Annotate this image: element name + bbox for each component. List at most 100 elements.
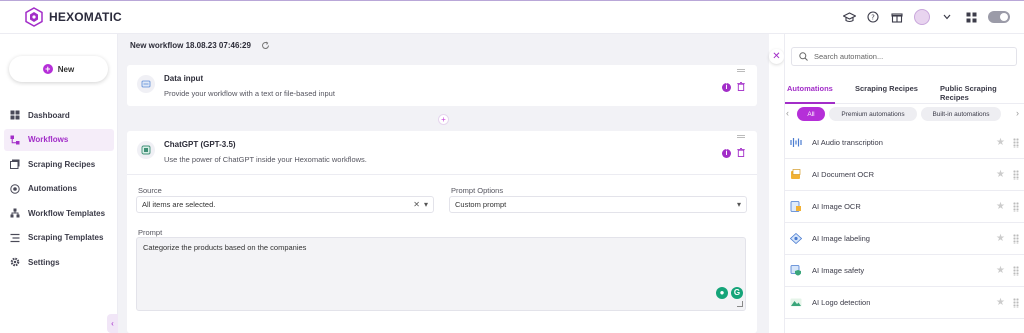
star-icon[interactable]: ★ bbox=[996, 297, 1005, 308]
tab-scraping-recipes[interactable]: Scraping Recipes bbox=[855, 84, 918, 93]
star-icon[interactable]: ★ bbox=[996, 201, 1005, 212]
tab-automations[interactable]: Automations bbox=[787, 84, 833, 93]
list-item[interactable]: AI Logo detection ★ bbox=[785, 287, 1024, 319]
trash-icon[interactable] bbox=[737, 81, 745, 93]
graduation-cap-icon[interactable] bbox=[842, 10, 856, 24]
trash-icon[interactable] bbox=[737, 147, 745, 159]
drag-handle-icon[interactable] bbox=[737, 135, 745, 138]
drag-handle-icon[interactable] bbox=[737, 69, 745, 72]
step-title: ChatGPT (GPT-3.5) bbox=[164, 140, 236, 149]
top-bar: HEXOMATIC ? bbox=[0, 0, 1024, 34]
automation-name: AI Image labeling bbox=[812, 234, 870, 243]
settings-icon bbox=[9, 257, 20, 268]
step-card-data-input[interactable]: Data input Provide your workflow with a … bbox=[127, 65, 757, 106]
image-labeling-icon bbox=[789, 232, 802, 245]
star-icon[interactable]: ★ bbox=[996, 233, 1005, 244]
list-item[interactable]: AI Image OCR ★ bbox=[785, 191, 1024, 223]
automations-icon bbox=[9, 183, 20, 194]
drag-handle-icon[interactable] bbox=[1013, 202, 1019, 212]
drag-handle-icon[interactable] bbox=[1013, 138, 1019, 148]
automation-list: AI Audio transcription ★ AI Document OCR… bbox=[785, 127, 1024, 319]
sidebar-nav: Dashboard Workflows Scraping Recipes Aut… bbox=[4, 104, 114, 276]
search-icon bbox=[799, 52, 808, 61]
chip-premium-automations[interactable]: Premium automations bbox=[829, 107, 917, 121]
automation-panel: Search automation... Automations Scrapin… bbox=[784, 34, 1024, 333]
prompt-options-label: Prompt Options bbox=[451, 186, 504, 195]
drag-handle-icon[interactable] bbox=[1013, 266, 1019, 276]
recipes-icon bbox=[9, 159, 20, 170]
logo-detection-icon bbox=[789, 296, 802, 309]
tab-public-scraping-recipes[interactable]: Public Scraping Recipes bbox=[940, 84, 1024, 102]
apps-grid-icon[interactable] bbox=[964, 10, 978, 24]
plus-icon: + bbox=[42, 64, 53, 74]
audio-waveform-icon bbox=[789, 136, 802, 149]
chevron-left-icon[interactable]: ‹ bbox=[786, 108, 789, 118]
tab-underline bbox=[785, 102, 835, 104]
chevron-left-icon: ‹ bbox=[111, 319, 114, 328]
theme-toggle[interactable] bbox=[988, 11, 1010, 23]
clear-icon[interactable]: ✕ bbox=[413, 200, 420, 209]
drag-handle-icon[interactable] bbox=[1013, 234, 1019, 244]
info-icon[interactable]: i bbox=[722, 83, 731, 92]
panel-tabs: Automations Scraping Recipes Public Scra… bbox=[785, 82, 1024, 104]
gift-icon[interactable] bbox=[890, 10, 904, 24]
workflow-title[interactable]: New workflow 18.08.23 07:46:29 bbox=[130, 41, 251, 50]
step-card-chatgpt[interactable]: ChatGPT (GPT-3.5) Use the power of ChatG… bbox=[127, 131, 757, 333]
drag-handle-icon[interactable] bbox=[1013, 298, 1019, 308]
location-pin-icon[interactable]: ● bbox=[716, 287, 728, 299]
list-item[interactable]: AI Image safety ★ bbox=[785, 255, 1024, 287]
sidebar-item-label: Dashboard bbox=[28, 110, 70, 120]
grammarly-icon[interactable]: G bbox=[731, 287, 743, 299]
hexomatic-logo-icon bbox=[25, 7, 43, 27]
source-select[interactable]: All items are selected. ✕ ▾ bbox=[136, 196, 434, 213]
sidebar-item-scraping-templates[interactable]: Scraping Templates bbox=[4, 227, 114, 249]
chevron-down-icon: ▾ bbox=[736, 200, 741, 209]
workflows-icon bbox=[9, 134, 20, 145]
step-title: Data input bbox=[164, 74, 204, 83]
sidebar-item-dashboard[interactable]: Dashboard bbox=[4, 104, 114, 126]
chip-all[interactable]: All bbox=[797, 107, 825, 121]
sidebar-item-label: Automations bbox=[28, 184, 77, 193]
prompt-options-select[interactable]: Custom prompt ▾ bbox=[449, 196, 747, 213]
new-button[interactable]: + New bbox=[9, 56, 108, 82]
sidebar-item-workflows[interactable]: Workflows bbox=[4, 128, 114, 151]
sidebar-item-label: Scraping Templates bbox=[28, 233, 104, 242]
search-input[interactable]: Search automation... bbox=[791, 47, 1017, 66]
chevron-right-icon[interactable]: › bbox=[1016, 108, 1019, 118]
divider bbox=[127, 174, 757, 175]
sidebar-item-scraping-recipes[interactable]: Scraping Recipes bbox=[4, 153, 114, 175]
prompt-textarea[interactable]: Categorize the products based on the com… bbox=[136, 237, 746, 311]
info-icon[interactable]: i bbox=[722, 149, 731, 158]
workflow-templates-icon bbox=[9, 208, 20, 219]
prompt-label: Prompt bbox=[138, 228, 163, 237]
list-item[interactable]: AI Audio transcription ★ bbox=[785, 127, 1024, 159]
automation-name: AI Image OCR bbox=[812, 202, 861, 211]
list-item[interactable]: AI Document OCR ★ bbox=[785, 159, 1024, 191]
sidebar-item-label: Workflows bbox=[28, 135, 69, 144]
star-icon[interactable]: ★ bbox=[996, 169, 1005, 180]
prompt-options-value: Custom prompt bbox=[455, 200, 507, 209]
close-panel-button[interactable]: ✕ bbox=[769, 49, 784, 64]
chip-built-in-automations[interactable]: Built-in automations bbox=[921, 107, 1001, 121]
step-description: Use the power of ChatGPT inside your Hex… bbox=[164, 155, 367, 164]
app-name: HEXOMATIC bbox=[49, 10, 122, 24]
sidebar-collapse-button[interactable]: ‹ bbox=[107, 314, 118, 333]
chevron-down-icon[interactable] bbox=[940, 10, 954, 24]
sidebar-item-label: Scraping Recipes bbox=[28, 159, 96, 169]
help-icon[interactable]: ? bbox=[866, 10, 880, 24]
sidebar-item-automations[interactable]: Automations bbox=[4, 178, 114, 200]
star-icon[interactable]: ★ bbox=[996, 265, 1005, 276]
search-placeholder: Search automation... bbox=[814, 52, 884, 61]
sidebar-item-workflow-templates[interactable]: Workflow Templates bbox=[4, 202, 114, 224]
resize-handle-icon[interactable] bbox=[737, 301, 743, 307]
list-item[interactable]: AI Image labeling ★ bbox=[785, 223, 1024, 255]
avatar[interactable] bbox=[914, 9, 930, 25]
logo[interactable]: HEXOMATIC bbox=[25, 7, 122, 27]
sidebar-item-label: Workflow Templates bbox=[28, 208, 106, 218]
add-step-button[interactable]: + bbox=[438, 114, 449, 125]
drag-handle-icon[interactable] bbox=[1013, 170, 1019, 180]
refresh-icon[interactable] bbox=[261, 41, 270, 52]
star-icon[interactable]: ★ bbox=[996, 137, 1005, 148]
sidebar-item-settings[interactable]: Settings bbox=[4, 251, 114, 273]
source-label: Source bbox=[138, 186, 162, 195]
